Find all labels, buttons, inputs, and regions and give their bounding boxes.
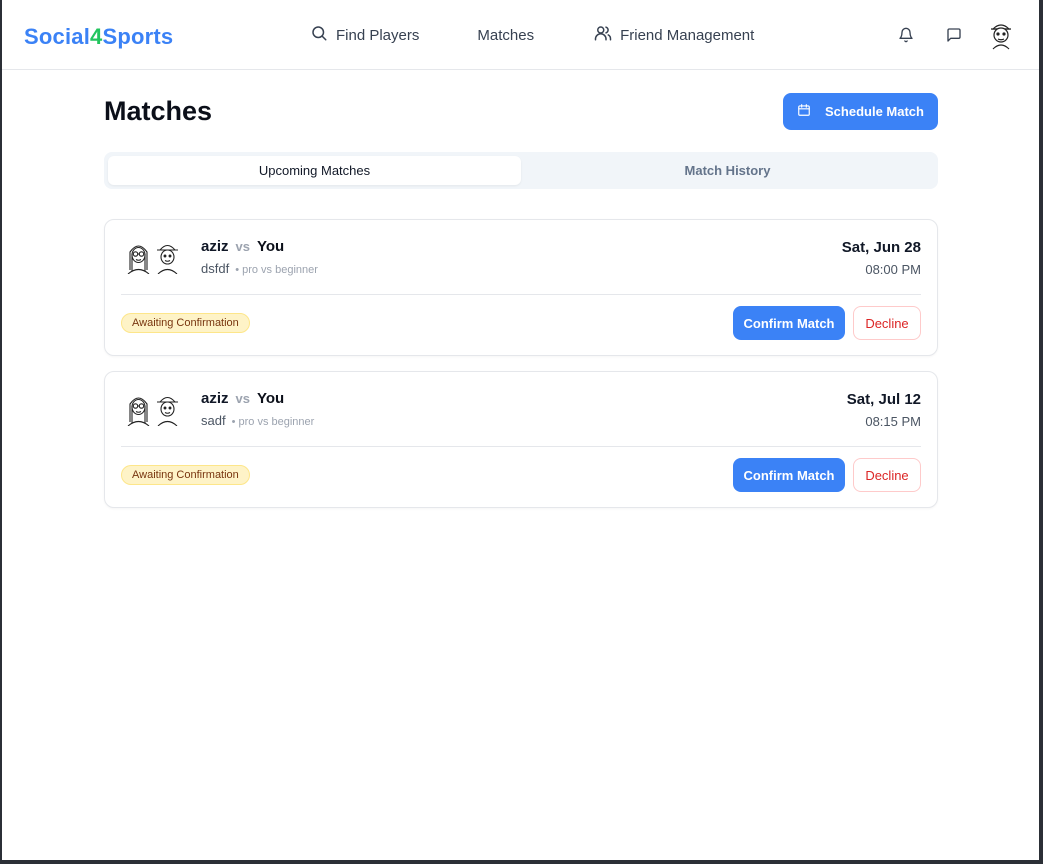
match-card-footer: Awaiting Confirmation Confirm Match Decl… — [121, 306, 921, 340]
matchup: aziz vs You — [201, 238, 318, 255]
search-icon — [310, 24, 328, 46]
user-avatar[interactable] — [987, 20, 1015, 50]
your-avatar — [154, 392, 181, 431]
opponent-avatar — [125, 392, 152, 431]
player-name: You — [256, 390, 285, 407]
app-window: Social4Sports Find Players Matches Frien… — [2, 0, 1039, 860]
opponent-name[interactable]: aziz — [201, 390, 229, 407]
brand-suffix: Sports — [102, 24, 174, 49]
match-datetime: Sat, Jun 28 08:00 PM — [842, 239, 921, 277]
nav-matches-label: Matches — [477, 26, 535, 44]
match-card-header: aziz vs You dsfdf • pro vs beginner Sat,… — [121, 220, 921, 295]
nav-find-players[interactable]: Find Players — [310, 24, 419, 46]
brand-prefix: Social — [24, 24, 91, 49]
match-details: dsfdf • pro vs beginner — [201, 261, 318, 276]
match-actions: Confirm Match Decline — [733, 306, 921, 340]
users-icon — [594, 24, 612, 46]
match-actions: Confirm Match Decline — [733, 458, 921, 492]
nav-find-players-label: Find Players — [336, 26, 420, 44]
calendar-icon — [797, 103, 811, 120]
top-navbar: Social4Sports Find Players Matches Frien… — [2, 0, 1039, 70]
tab-upcoming-matches[interactable]: Upcoming Matches — [108, 156, 521, 185]
match-players: aziz vs You sadf • pro vs beginner — [201, 390, 314, 428]
your-avatar — [154, 240, 181, 279]
status-badge: Awaiting Confirmation — [121, 313, 250, 333]
decline-button[interactable]: Decline — [853, 458, 921, 492]
skill-levels: • pro vs beginner — [231, 416, 315, 428]
nav-friend-management-label: Friend Management — [620, 26, 755, 44]
player-avatars — [125, 392, 181, 431]
schedule-match-label: Schedule Match — [825, 103, 924, 119]
match-date: Sat, Jul 12 — [846, 391, 921, 408]
match-players: aziz vs You dsfdf • pro vs beginner — [201, 238, 318, 276]
match-date: Sat, Jun 28 — [841, 239, 921, 256]
match-card-header: aziz vs You sadf • pro vs beginner Sat, … — [121, 372, 921, 447]
page-title: Matches — [104, 95, 213, 126]
decline-button[interactable]: Decline — [853, 306, 921, 340]
header-actions — [895, 20, 1015, 50]
match-datetime: Sat, Jul 12 08:15 PM — [847, 391, 921, 429]
opponent-name[interactable]: aziz — [201, 238, 229, 255]
main-content: Matches Schedule Match Upcoming Matches … — [104, 92, 938, 523]
player-name: You — [256, 238, 285, 255]
chat-icon[interactable] — [943, 24, 965, 46]
vs-label: vs — [235, 391, 250, 406]
opponent-avatar — [125, 240, 152, 279]
main-nav: Find Players Matches Friend Management — [310, 24, 754, 46]
player-avatars — [125, 240, 181, 279]
schedule-match-button[interactable]: Schedule Match — [783, 92, 938, 130]
match-time: 08:15 PM — [865, 414, 921, 429]
confirm-match-button[interactable]: Confirm Match — [733, 458, 845, 492]
match-note: sadf — [201, 413, 226, 428]
match-details: sadf • pro vs beginner — [201, 413, 314, 428]
nav-friend-management[interactable]: Friend Management — [594, 24, 754, 46]
bell-icon[interactable] — [895, 24, 917, 46]
match-time: 08:00 PM — [865, 262, 921, 277]
skill-levels: • pro vs beginner — [235, 264, 318, 276]
brand-logo[interactable]: Social4Sports — [24, 24, 173, 50]
match-tabs: Upcoming Matches Match History — [104, 152, 938, 189]
tab-match-history[interactable]: Match History — [521, 156, 934, 185]
nav-matches[interactable]: Matches — [477, 27, 534, 44]
match-list: aziz vs You dsfdf • pro vs beginner Sat,… — [104, 219, 938, 508]
matchup: aziz vs You — [201, 390, 314, 407]
match-card-footer: Awaiting Confirmation Confirm Match Decl… — [121, 458, 921, 492]
title-row: Matches Schedule Match — [104, 92, 938, 130]
match-note: dsfdf — [201, 261, 230, 276]
brand-number: 4 — [90, 24, 103, 49]
match-card: aziz vs You sadf • pro vs beginner Sat, … — [104, 371, 938, 508]
match-card: aziz vs You dsfdf • pro vs beginner Sat,… — [104, 219, 938, 356]
confirm-match-button[interactable]: Confirm Match — [733, 306, 845, 340]
vs-label: vs — [235, 239, 250, 254]
status-badge: Awaiting Confirmation — [121, 465, 250, 485]
